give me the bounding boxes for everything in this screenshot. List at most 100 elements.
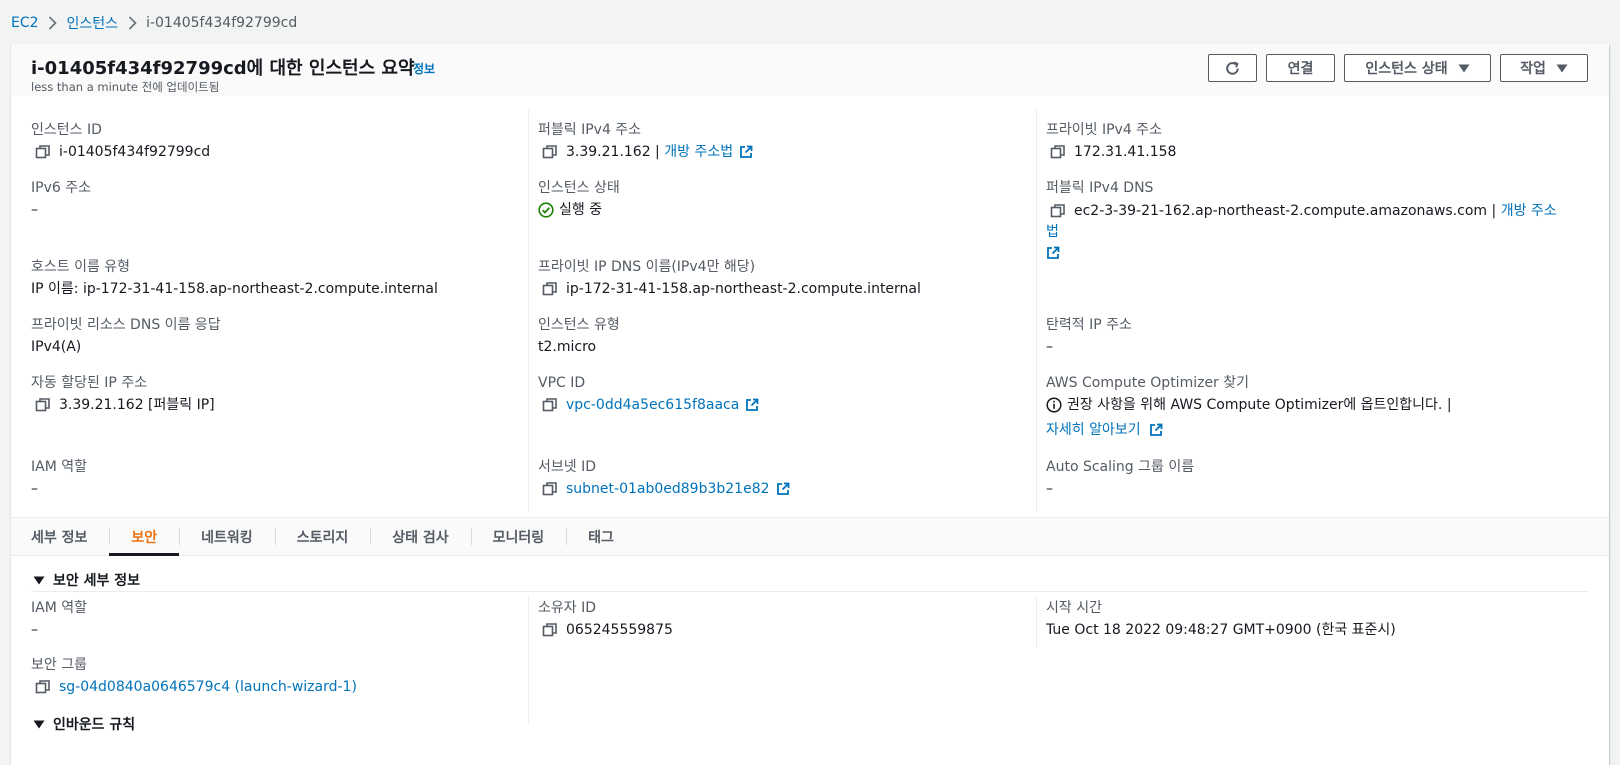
- external-link-icon[interactable]: [1046, 246, 1060, 260]
- copy-icon[interactable]: [1050, 203, 1066, 219]
- field-ipv6: IPv6 주소 –: [31, 179, 91, 219]
- field-public-ipv4: 퍼블릭 IPv4 주소 3.39.21.162 | 개방 주소법: [538, 121, 753, 161]
- copy-icon[interactable]: [35, 679, 51, 695]
- subnet-id-link[interactable]: subnet-01ab0ed89b3b21e82: [566, 480, 770, 498]
- copy-icon[interactable]: [542, 281, 558, 297]
- tab-details[interactable]: 세부 정보: [11, 518, 109, 555]
- owner-id-value: 065245559875: [566, 622, 673, 638]
- field-security-group: 보안 그룹 sg-04d0840a0646579c4 (launch-wizar…: [31, 656, 357, 696]
- last-updated-text: less than a minute 전에 업데이트됨: [31, 80, 220, 94]
- iam-role-value: –: [31, 481, 38, 497]
- field-label: 시작 시간: [1046, 600, 1102, 616]
- tab-storage[interactable]: 스토리지: [274, 518, 371, 555]
- tab-status-checks[interactable]: 상태 검사: [370, 518, 470, 555]
- ipv6-value: –: [31, 202, 38, 218]
- vpc-id-link[interactable]: vpc-0dd4a5ec615f8aaca: [566, 396, 739, 414]
- connect-button[interactable]: 연결: [1266, 54, 1335, 82]
- field-label: 호스트 이름 유형: [31, 259, 131, 275]
- chevron-right-icon: [39, 15, 67, 31]
- instance-state-dropdown[interactable]: 인스턴스 상태: [1344, 54, 1491, 82]
- field-private-dns: 프라이빗 IP DNS 이름(IPv4만 해당) ip-172-31-41-15…: [538, 258, 921, 298]
- separator: |: [1487, 203, 1501, 219]
- copy-icon[interactable]: [35, 397, 51, 413]
- field-label: IAM 역할: [31, 600, 87, 616]
- launch-time-value: Tue Oct 18 2022 09:48:27 GMT+0900 (한국 표준…: [1046, 622, 1396, 638]
- security-details-toggle[interactable]: 보안 세부 정보: [33, 570, 140, 590]
- field-elastic-ip: 탄력적 IP 주소 –: [1046, 316, 1132, 356]
- tab-monitoring[interactable]: 모니터링: [470, 518, 567, 555]
- external-link-icon[interactable]: [1149, 423, 1163, 437]
- field-label: IAM 역할: [31, 459, 87, 475]
- field-label: 프라이빗 리소스 DNS 이름 응답: [31, 317, 221, 333]
- instance-state-label: 인스턴스 상태: [1365, 61, 1448, 77]
- field-label: 인스턴스 ID: [31, 122, 102, 138]
- field-owner-id: 소유자 ID 065245559875: [538, 599, 673, 639]
- security-group-link[interactable]: sg-04d0840a0646579c4 (launch-wizard-1): [59, 678, 357, 696]
- field-iam-role: IAM 역할 –: [31, 458, 87, 498]
- field-label: IPv6 주소: [31, 180, 91, 196]
- public-ipv4-value: 3.39.21.162: [566, 144, 651, 160]
- status-badge: 실행 중: [559, 202, 603, 218]
- instance-summary-panel: i-01405f434f92799cd에 대한 인스턴스 요약 정보 less …: [11, 44, 1609, 765]
- field-auto-ip: 자동 할당된 IP 주소 3.39.21.162 [퍼블릭 IP]: [31, 374, 215, 414]
- external-link-icon[interactable]: [739, 145, 753, 159]
- info-link[interactable]: 정보: [413, 60, 435, 77]
- copy-icon[interactable]: [542, 622, 558, 638]
- column-divider: [528, 110, 529, 512]
- learn-more-link[interactable]: 자세히 알아보기: [1046, 421, 1141, 439]
- copy-icon[interactable]: [542, 397, 558, 413]
- section-title: 보안 세부 정보: [53, 573, 141, 589]
- breadcrumb-instances[interactable]: 인스턴스: [67, 13, 119, 33]
- field-resource-dns: 프라이빗 리소스 DNS 이름 응답 IPv4(A): [31, 316, 221, 356]
- hostname-type-value: IP 이름: ip-172-31-41-158.ap-northeast-2.c…: [31, 281, 438, 297]
- field-label: 소유자 ID: [538, 600, 596, 616]
- field-label: 보안 그룹: [31, 657, 87, 673]
- field-subnet-id: 서브넷 ID subnet-01ab0ed89b3b21e82: [538, 458, 790, 498]
- field-sec-iam-role: IAM 역할 –: [31, 599, 87, 639]
- column-divider: [1036, 110, 1037, 512]
- actions-label: 작업: [1520, 61, 1546, 77]
- field-label: 프라이빗 IP DNS 이름(IPv4만 해당): [538, 259, 756, 275]
- tab-networking[interactable]: 네트워킹: [179, 518, 275, 555]
- breadcrumb-ec2[interactable]: EC2: [11, 15, 39, 31]
- field-instance-id: 인스턴스 ID i-01405f434f92799cd: [31, 121, 210, 161]
- copy-icon[interactable]: [542, 481, 558, 497]
- open-address-link[interactable]: 개방 주소법: [664, 143, 733, 161]
- header-actions: 연결 인스턴스 상태 작업: [1208, 54, 1588, 82]
- tab-tags[interactable]: 태그: [566, 518, 636, 555]
- caret-down-icon: [33, 576, 45, 584]
- caret-down-icon: [1458, 64, 1470, 72]
- field-label: 탄력적 IP 주소: [1046, 317, 1132, 333]
- private-ipv4-value: 172.31.41.158: [1074, 144, 1177, 160]
- field-compute-optimizer: AWS Compute Optimizer 찾기 권장 사항을 위해 AWS C…: [1046, 374, 1452, 439]
- copy-icon[interactable]: [1050, 144, 1066, 160]
- copy-icon[interactable]: [35, 144, 51, 160]
- external-link-icon[interactable]: [776, 482, 790, 496]
- copy-icon[interactable]: [542, 144, 558, 160]
- optimizer-text: 권장 사항을 위해 AWS Compute Optimizer에 옵트인합니다.…: [1067, 397, 1452, 413]
- public-dns-value: ec2-3-39-21-162.ap-northeast-2.compute.a…: [1074, 203, 1488, 219]
- field-vpc-id: VPC ID vpc-0dd4a5ec615f8aaca: [538, 374, 759, 414]
- external-link-icon[interactable]: [745, 398, 759, 412]
- field-instance-state: 인스턴스 상태 실행 중: [538, 179, 620, 219]
- field-label: AWS Compute Optimizer 찾기: [1046, 375, 1250, 391]
- section-title: 인바운드 규칙: [53, 717, 136, 733]
- field-instance-type: 인스턴스 유형 t2.micro: [538, 316, 620, 356]
- panel-header: i-01405f434f92799cd에 대한 인스턴스 요약 정보 less …: [11, 44, 1609, 96]
- separator: |: [650, 144, 665, 160]
- elastic-ip-value: –: [1046, 339, 1053, 355]
- actions-dropdown[interactable]: 작업: [1500, 54, 1588, 82]
- tab-security[interactable]: 보안: [109, 518, 179, 556]
- refresh-icon: [1226, 60, 1239, 75]
- check-circle-icon: [538, 202, 554, 218]
- instance-id-value: i-01405f434f92799cd: [59, 144, 211, 160]
- sec-iam-role-value: –: [31, 622, 38, 638]
- field-hostname-type: 호스트 이름 유형 IP 이름: ip-172-31-41-158.ap-nor…: [31, 258, 438, 298]
- refresh-button[interactable]: [1208, 54, 1257, 82]
- auto-ip-value: 3.39.21.162 [퍼블릭 IP]: [59, 397, 215, 413]
- private-dns-value: ip-172-31-41-158.ap-northeast-2.compute.…: [566, 281, 921, 297]
- inbound-rules-toggle[interactable]: 인바운드 규칙: [33, 714, 135, 734]
- field-label: 서브넷 ID: [538, 459, 596, 475]
- caret-down-icon: [33, 720, 45, 728]
- field-launch-time: 시작 시간 Tue Oct 18 2022 09:48:27 GMT+0900 …: [1046, 599, 1396, 639]
